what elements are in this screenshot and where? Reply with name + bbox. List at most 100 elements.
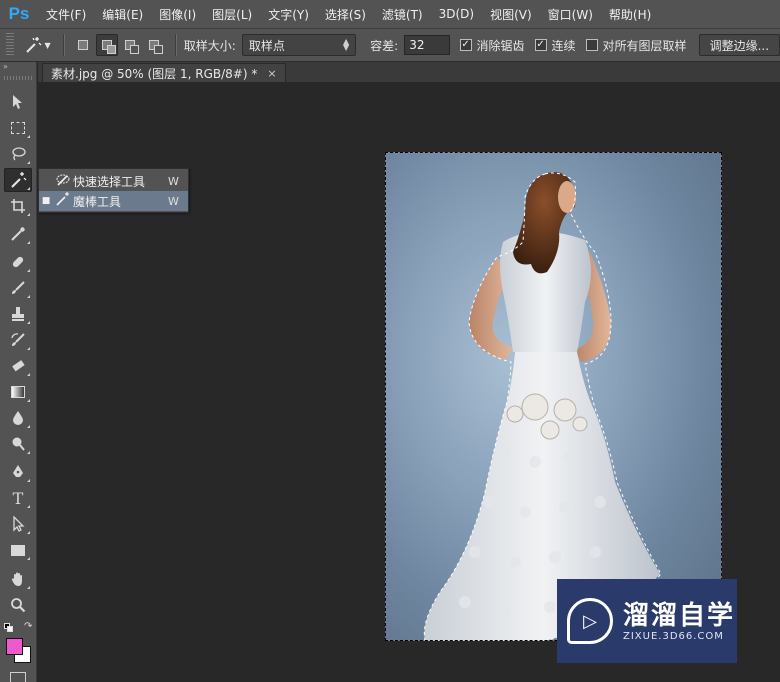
document-tab-strip: 素材.jpg @ 50% (图层 1, RGB/8#) * ×	[38, 62, 780, 82]
pen-icon	[13, 465, 23, 477]
rectangle-shape-icon	[11, 544, 25, 556]
menu-layer[interactable]: 图层(L)	[204, 0, 260, 28]
menu-3d[interactable]: 3D(D)	[431, 0, 482, 28]
zoom-tool[interactable]	[4, 593, 32, 617]
intersect-selection-button[interactable]	[143, 34, 165, 56]
menu-edit[interactable]: 编辑(E)	[94, 0, 151, 28]
photoshop-logo: Ps	[8, 4, 30, 23]
marquee-icon	[11, 122, 25, 134]
path-selection-tool[interactable]	[4, 512, 32, 536]
menu-bar: Ps 文件(F) 编辑(E) 图像(I) 图层(L) 文字(Y) 选择(S) 滤…	[0, 0, 780, 28]
options-bar-grip[interactable]	[6, 33, 14, 57]
intersect-selection-icon	[148, 40, 163, 54]
clone-stamp-tool[interactable]	[4, 302, 32, 326]
zoom-icon	[11, 598, 26, 613]
bandage-icon	[12, 256, 24, 268]
document-tab-title: 素材.jpg @ 50% (图层 1, RGB/8#) *	[51, 66, 258, 81]
healing-brush-tool[interactable]	[4, 250, 32, 274]
default-colors-icon[interactable]	[4, 623, 13, 632]
refine-edge-button[interactable]: 调整边缘...	[698, 34, 780, 56]
blur-tool[interactable]	[4, 406, 32, 430]
hand-icon	[11, 572, 22, 586]
quick-mask-icon[interactable]	[10, 672, 26, 682]
tool-preset-picker[interactable]: ▼	[20, 32, 55, 58]
gradient-tool[interactable]	[4, 380, 32, 404]
contiguous-label: 连续	[551, 38, 576, 53]
flyout-item-label: 魔棒工具	[73, 194, 122, 209]
tolerance-input[interactable]: 32	[404, 35, 450, 55]
magic-wand-icon	[26, 37, 42, 53]
lasso-icon	[12, 147, 26, 161]
type-tool[interactable]: T	[4, 486, 32, 510]
eraser-icon	[12, 360, 25, 372]
sample-size-value: 取样点	[248, 38, 285, 53]
sample-all-layers-checkbox[interactable]: 对所有图层取样	[585, 37, 687, 54]
anti-alias-label: 消除锯齿	[476, 38, 525, 53]
eraser-tool[interactable]	[4, 354, 32, 378]
magic-wand-tool[interactable]	[4, 168, 32, 192]
menu-view[interactable]: 视图(V)	[482, 0, 540, 28]
play-logo-icon: ▷	[567, 598, 613, 644]
divider	[174, 34, 176, 56]
new-selection-button[interactable]	[72, 34, 94, 56]
checkbox-unchecked-icon	[585, 39, 598, 51]
menu-type[interactable]: 文字(Y)	[260, 0, 317, 28]
hand-tool[interactable]	[4, 567, 32, 591]
contiguous-checkbox[interactable]: ✓ 连续	[534, 37, 576, 54]
marquee-tool[interactable]	[4, 116, 32, 140]
add-to-selection-button[interactable]	[95, 34, 118, 56]
menu-help[interactable]: 帮助(H)	[601, 0, 659, 28]
subtract-selection-icon	[125, 40, 140, 54]
flyout-item-label: 快速选择工具	[73, 174, 146, 189]
swap-colors-icon[interactable]: ↷	[24, 621, 32, 632]
history-brush-tool[interactable]	[4, 328, 32, 352]
move-tool[interactable]	[4, 90, 32, 114]
brush-icon	[12, 281, 25, 294]
tolerance-label: 容差:	[370, 38, 399, 53]
crop-tool[interactable]	[4, 194, 32, 218]
brush-tool[interactable]	[4, 276, 32, 300]
stamp-icon	[12, 307, 24, 321]
menu-select[interactable]: 选择(S)	[317, 0, 374, 28]
history-brush-icon	[11, 333, 25, 346]
flyout-item-shortcut: W	[168, 174, 179, 188]
eyedropper-tool[interactable]	[4, 222, 32, 246]
flyout-item-magic-wand[interactable]: ■ 魔棒工具 W	[39, 191, 188, 211]
select-arrows-icon: ▲ ▼	[342, 37, 350, 52]
toolbar-grip[interactable]	[4, 76, 32, 80]
crop-icon	[11, 199, 25, 213]
selection-tools-flyout: 快速选择工具 W ■ 魔棒工具 W	[38, 168, 189, 213]
flyout-item-quick-selection[interactable]: 快速选择工具 W	[39, 171, 188, 191]
sample-size-label: 取样大小:	[183, 38, 236, 53]
watermark-title: 溜溜自学	[623, 600, 736, 631]
menu-filter[interactable]: 滤镜(T)	[374, 0, 431, 28]
subtract-from-selection-button[interactable]	[120, 34, 142, 56]
checkbox-checked-icon: ✓	[459, 39, 472, 51]
anti-alias-checkbox[interactable]: ✓ 消除锯齿	[459, 37, 525, 54]
pen-tool[interactable]	[4, 460, 32, 484]
magic-wand-icon	[53, 192, 73, 210]
flyout-item-shortcut: W	[168, 194, 179, 208]
gradient-icon	[11, 386, 25, 398]
quick-selection-icon	[53, 172, 73, 190]
menu-file[interactable]: 文件(F)	[38, 0, 94, 28]
checkbox-checked-icon: ✓	[534, 39, 547, 51]
path-selection-icon	[13, 516, 25, 532]
shape-tool[interactable]	[4, 538, 32, 562]
foreground-color-swatch[interactable]	[6, 638, 23, 655]
dodge-tool[interactable]	[4, 432, 32, 456]
add-selection-icon	[101, 40, 116, 54]
document-tab[interactable]: 素材.jpg @ 50% (图层 1, RGB/8#) * ×	[42, 63, 286, 82]
dodge-icon	[12, 437, 25, 451]
menu-window[interactable]: 窗口(W)	[540, 0, 601, 28]
magic-wand-icon	[11, 172, 27, 188]
new-selection-icon	[78, 40, 89, 50]
selected-bullet-icon: ■	[41, 196, 51, 206]
lasso-tool[interactable]	[4, 142, 32, 166]
close-icon[interactable]: ×	[267, 67, 276, 80]
collapse-toolbar-button[interactable]: »	[0, 62, 36, 74]
menu-image[interactable]: 图像(I)	[151, 0, 204, 28]
blur-drop-icon	[13, 411, 23, 425]
eyedropper-icon	[11, 227, 25, 241]
sample-size-select[interactable]: 取样点 ▲ ▼	[241, 34, 357, 56]
